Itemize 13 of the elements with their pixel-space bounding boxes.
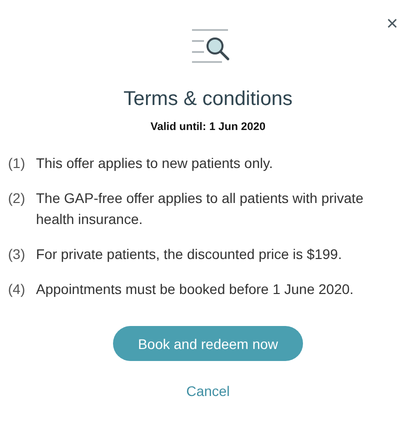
term-number: (4) — [8, 280, 26, 299]
term-text: Appointments must be booked before 1 June 2020. — [36, 280, 355, 299]
term-number: (2) — [8, 189, 26, 208]
term-text: The GAP-free offer applies to all patients with private health insurance. — [36, 189, 364, 229]
term-number: (1) — [8, 154, 26, 173]
cancel-link[interactable]: Cancel — [186, 383, 230, 399]
validity-date: Valid until: 1 Jun 2020 — [150, 121, 266, 133]
close-button[interactable]: × — [384, 12, 400, 36]
dialog-title: Terms & conditions — [124, 88, 292, 111]
term-text: This offer applies to new patients only. — [36, 154, 274, 173]
book-button[interactable]: Book and redeem now — [113, 326, 303, 361]
term-number: (3) — [8, 245, 26, 264]
term-text: For private patients, the discounted price is $199. — [36, 245, 343, 264]
